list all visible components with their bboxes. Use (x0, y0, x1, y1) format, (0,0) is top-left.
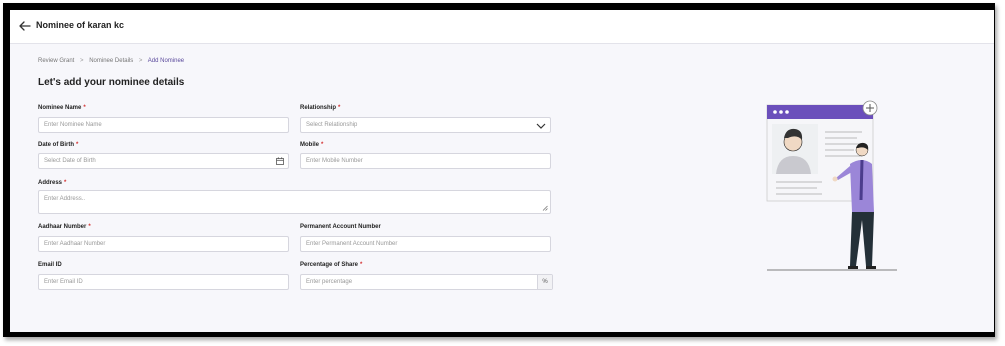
breadcrumb: Review Grant > Nominee Details > Add Nom… (38, 58, 184, 64)
aadhaar-label: Aadhaar Number * (38, 224, 91, 230)
required-mark: * (338, 105, 341, 111)
breadcrumb-review-grant[interactable]: Review Grant (38, 58, 74, 64)
address-label-text: Address (38, 180, 63, 186)
screenshot-frame: Nominee of karan kc Review Grant > Nomin… (3, 3, 995, 337)
share-label: Percentage of Share * (300, 262, 362, 268)
arrow-left-icon[interactable] (18, 19, 32, 33)
address-label: Address * (38, 180, 66, 186)
dot-icon (785, 110, 789, 114)
share-input-placeholder: Enter percentage (306, 279, 353, 285)
dob-input[interactable]: Select Date of Birth (38, 153, 289, 169)
email-input[interactable]: Enter Email ID (38, 274, 289, 290)
dot-icon (779, 110, 783, 114)
mobile-label-text: Mobile (300, 142, 319, 148)
card-title-bar (767, 105, 873, 119)
required-mark: * (83, 105, 86, 111)
calendar-icon[interactable] (276, 157, 284, 165)
required-mark: * (88, 224, 91, 230)
aadhaar-label-text: Aadhaar Number (38, 224, 87, 230)
page-title: Nominee of karan kc (36, 20, 125, 30)
email-label: Email ID (38, 262, 62, 268)
pan-label: Permanent Account Number (300, 224, 381, 230)
nominee-name-input[interactable]: Enter Nominee Name (38, 117, 289, 133)
share-input[interactable]: Enter percentage % (300, 274, 553, 290)
nominee-name-label-text: Nominee Name (38, 105, 82, 111)
relationship-select-value: Select Relationship (306, 122, 358, 128)
breadcrumb-add-nominee: Add Nominee (147, 58, 185, 64)
pan-input[interactable]: Enter Permanent Account Number (300, 236, 551, 252)
required-mark: * (360, 262, 363, 268)
share-label-text: Percentage of Share (300, 262, 359, 268)
mobile-label: Mobile * (300, 142, 323, 148)
relationship-label-text: Relationship (300, 105, 337, 111)
breadcrumb-separator: > (80, 58, 84, 64)
required-mark: * (76, 142, 79, 148)
dot-icon (773, 110, 777, 114)
aadhaar-input[interactable]: Enter Aadhaar Number (38, 236, 289, 252)
required-mark: * (321, 142, 324, 148)
dob-input-placeholder: Select Date of Birth (44, 158, 96, 164)
nominee-illustration (766, 100, 897, 271)
required-mark: * (64, 180, 67, 186)
nominee-name-label: Nominee Name * (38, 105, 86, 111)
top-header: Nominee of karan kc (10, 10, 994, 44)
resize-handle-icon[interactable] (542, 205, 548, 211)
dob-label-text: Date of Birth (38, 142, 74, 148)
relationship-label: Relationship * (300, 105, 340, 111)
percent-suffix: % (537, 275, 552, 289)
address-textarea[interactable]: Enter Address.. (38, 190, 551, 214)
mobile-input[interactable]: Enter Mobile Number (300, 153, 551, 169)
dob-label: Date of Birth * (38, 142, 78, 148)
relationship-select[interactable]: Select Relationship (300, 117, 551, 133)
app-window: Nominee of karan kc Review Grant > Nomin… (10, 10, 994, 332)
address-placeholder: Enter Address.. (44, 196, 86, 202)
breadcrumb-nominee-details[interactable]: Nominee Details (89, 58, 133, 64)
form-heading: Let's add your nominee details (38, 77, 185, 88)
breadcrumb-separator: > (138, 58, 143, 64)
chevron-down-icon[interactable] (536, 122, 546, 130)
